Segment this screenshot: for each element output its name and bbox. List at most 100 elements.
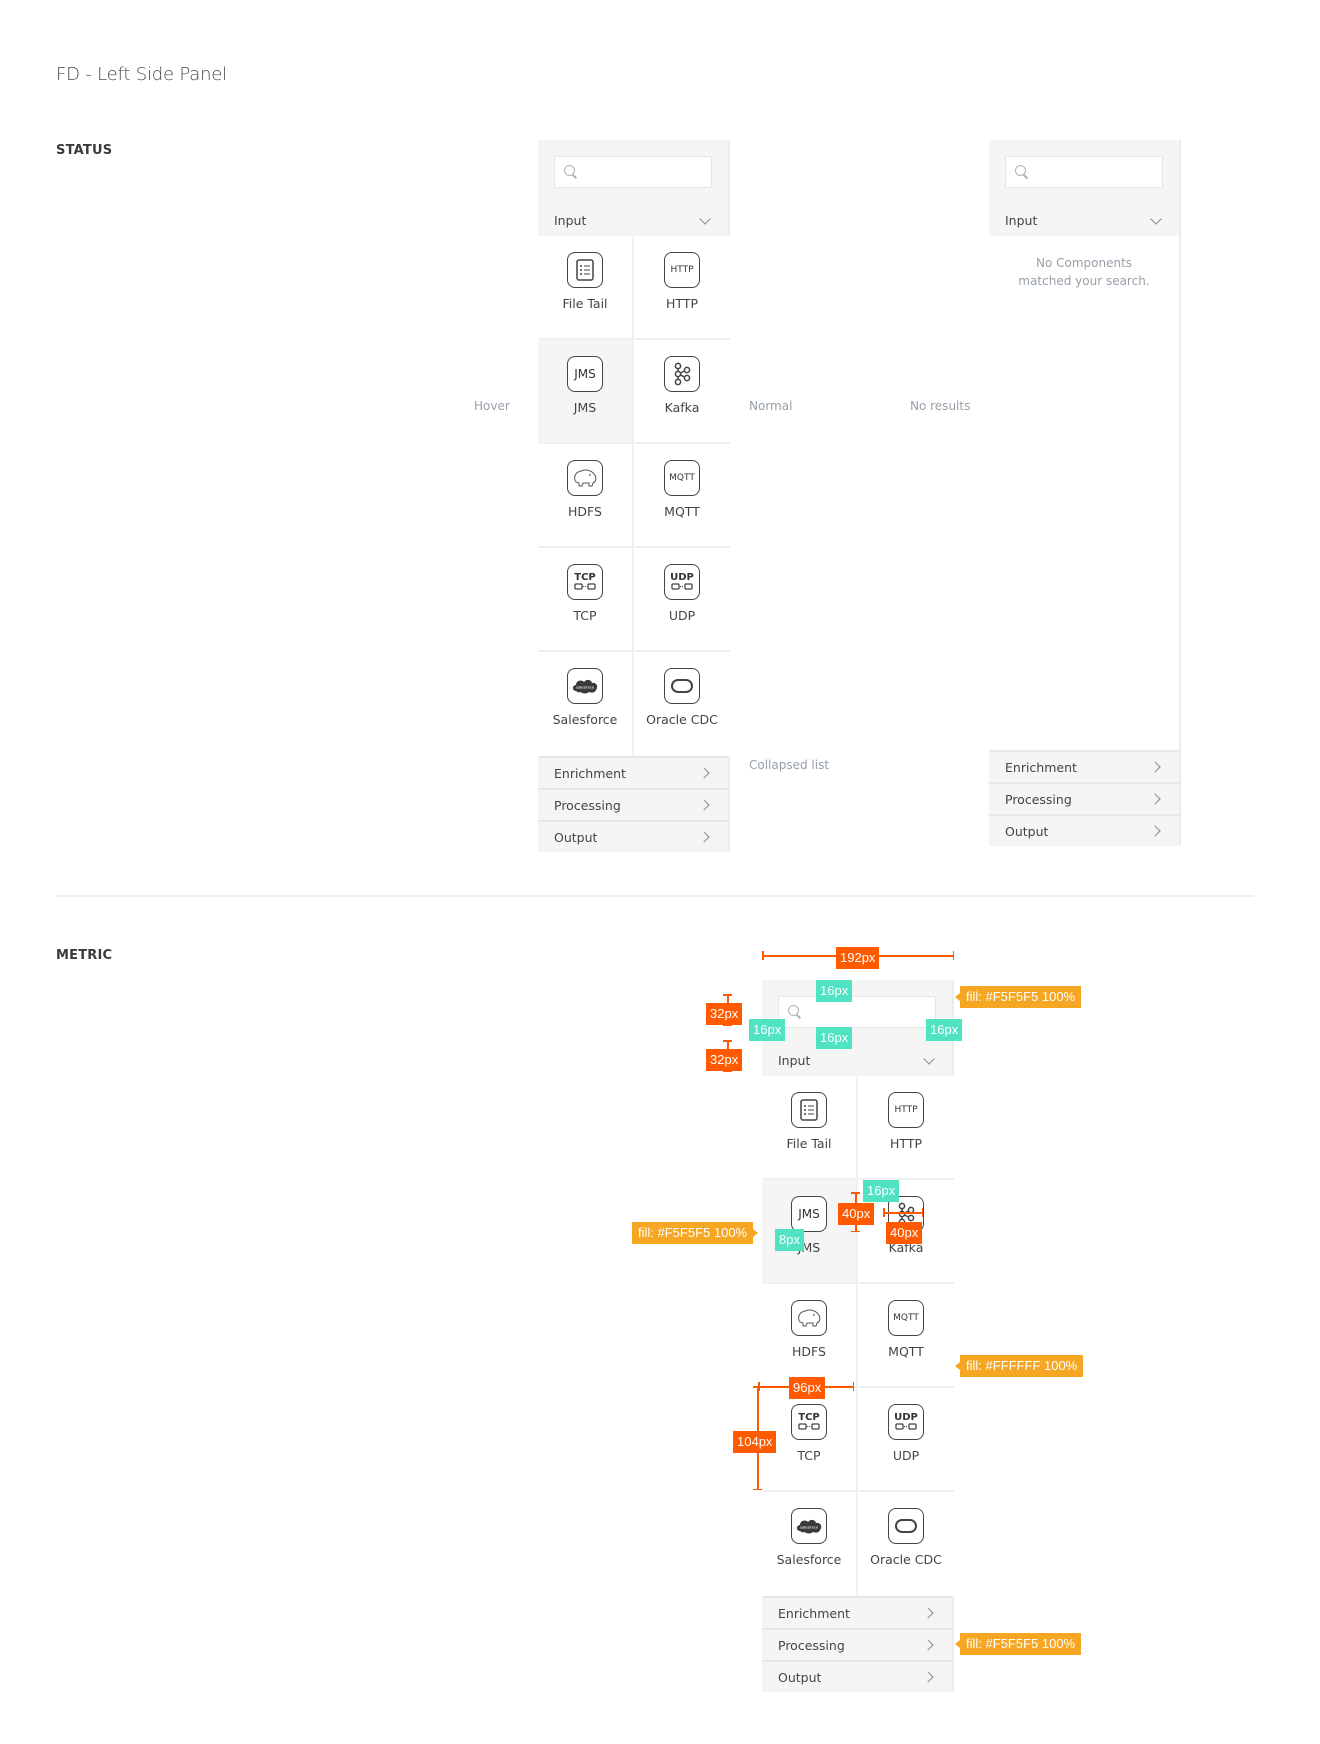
component-grid: File Tail HTTP HTTP JMS JMS Kafka HDFS MQTT MQTT… — [538, 236, 730, 756]
component-tile[interactable]: HTTP HTTP — [634, 236, 730, 340]
svg-text:salesforce: salesforce — [800, 1525, 819, 1530]
side-panel-main: Input File Tail HTTP HTTP JMS JMS Kafka HDFS MQT… — [538, 140, 730, 852]
category-input[interactable]: Input — [538, 204, 728, 236]
annotation-icon-top: 16px — [863, 1180, 900, 1202]
search-area — [538, 140, 728, 204]
hdfs-elephant-icon — [567, 460, 603, 496]
chevron-right-icon — [698, 798, 712, 812]
hdfs-elephant-icon — [791, 1300, 827, 1336]
category-enrichment[interactable]: Enrichment — [989, 750, 1179, 782]
category-processing[interactable]: Processing — [762, 1628, 952, 1660]
chevron-right-icon — [922, 1606, 936, 1620]
search-input[interactable] — [1005, 156, 1163, 188]
component-tile[interactable]: JMS JMS — [538, 340, 634, 444]
chevron-right-icon — [698, 766, 712, 780]
search-icon — [1014, 164, 1030, 180]
chevron-right-icon — [922, 1638, 936, 1652]
component-label: Salesforce — [552, 712, 618, 727]
udp-icon: UDP — [664, 564, 700, 600]
chevron-down-icon — [1149, 213, 1163, 227]
component-label: HDFS — [568, 504, 602, 519]
annotation-pad-left: 16px — [749, 1019, 786, 1041]
chevron-right-icon — [922, 1670, 936, 1684]
component-tile[interactable]: Oracle CDC — [858, 1492, 954, 1596]
jms-icon: JMS — [791, 1196, 827, 1232]
oracle-icon — [664, 668, 700, 704]
annotation-pad-top: 16px — [816, 980, 853, 1002]
component-tile[interactable]: Oracle CDC — [634, 652, 730, 756]
salesforce-icon: salesforce — [791, 1508, 827, 1544]
annotation-icon-label-gap: 8px — [775, 1229, 804, 1251]
chevron-right-icon — [698, 830, 712, 844]
search-icon — [787, 1004, 803, 1020]
search-input[interactable] — [554, 156, 712, 188]
chevron-right-icon — [1149, 824, 1163, 838]
category-label: Enrichment — [554, 765, 626, 781]
component-tile[interactable]: MQTT MQTT — [858, 1284, 954, 1388]
category-output[interactable]: Output — [762, 1660, 952, 1692]
kafka-icon — [664, 356, 700, 392]
component-label: JMS — [573, 400, 597, 415]
category-label: Input — [554, 212, 587, 228]
component-label: UDP — [892, 1448, 920, 1463]
category-enrichment[interactable]: Enrichment — [762, 1596, 952, 1628]
component-tile[interactable]: salesforce Salesforce — [762, 1492, 858, 1596]
category-processing[interactable]: Processing — [538, 788, 728, 820]
category-label: Processing — [554, 797, 621, 813]
component-label: MQTT — [664, 504, 700, 519]
category-output[interactable]: Output — [989, 814, 1179, 846]
component-tile[interactable]: File Tail — [538, 236, 634, 340]
annotation-category-height: 32px — [706, 1049, 743, 1071]
component-tile[interactable]: MQTT MQTT — [634, 444, 730, 548]
file-tail-icon — [567, 252, 603, 288]
empty-message-line1: No Components — [1035, 256, 1133, 270]
search-area — [762, 980, 952, 1044]
annotation-search-height: 32px — [706, 1003, 743, 1025]
component-tile[interactable]: File Tail — [762, 1076, 858, 1180]
state-label-no-results: No results — [910, 399, 971, 413]
category-label: Enrichment — [778, 1605, 850, 1621]
category-input[interactable]: Input — [989, 204, 1179, 236]
component-label: Oracle CDC — [870, 1552, 942, 1567]
search-input[interactable] — [778, 996, 936, 1028]
side-panel-no-results: Input No Components matched your search.… — [989, 140, 1181, 846]
chevron-right-icon — [1149, 792, 1163, 806]
empty-message-line2: matched your search. — [1018, 274, 1150, 288]
component-tile[interactable]: Kafka — [634, 340, 730, 444]
component-tile[interactable]: UDP UDP — [634, 548, 730, 652]
section-title-metric: METRIC — [56, 948, 113, 963]
state-label-normal: Normal — [749, 399, 793, 413]
category-label: Output — [1005, 823, 1049, 839]
component-label: TCP — [573, 608, 597, 623]
category-processing[interactable]: Processing — [989, 782, 1179, 814]
search-icon — [563, 164, 579, 180]
component-tile[interactable]: UDP UDP — [858, 1388, 954, 1492]
measure-line-icon-w — [883, 1209, 923, 1216]
udp-icon: UDP — [888, 1404, 924, 1440]
file-tail-icon — [791, 1092, 827, 1128]
component-tile[interactable]: HDFS — [762, 1284, 858, 1388]
category-label: Processing — [778, 1637, 845, 1653]
annotation-fill-header: fill: #F5F5F5 100% — [954, 986, 1082, 1008]
annotation-panel-width: 192px — [836, 947, 880, 969]
component-label: UDP — [668, 608, 696, 623]
component-tile[interactable]: TCP TCP — [538, 548, 634, 652]
component-tile[interactable]: salesforce Salesforce — [538, 652, 634, 756]
component-tile[interactable]: HDFS — [538, 444, 634, 548]
component-label: HDFS — [792, 1344, 826, 1359]
component-label: HTTP — [666, 296, 698, 311]
category-input[interactable]: Input — [762, 1044, 952, 1076]
category-output[interactable]: Output — [538, 820, 728, 852]
state-label-hover: Hover — [474, 399, 510, 413]
component-label: TCP — [797, 1448, 821, 1463]
annotation-pad-right: 16px — [926, 1019, 963, 1041]
component-tile[interactable]: HTTP HTTP — [858, 1076, 954, 1180]
category-label: Output — [554, 829, 598, 845]
component-label: Oracle CDC — [646, 712, 718, 727]
page-title: FD - Left Side Panel — [56, 64, 227, 85]
annotation-icon-width: 40px — [886, 1222, 923, 1244]
oracle-icon — [888, 1508, 924, 1544]
annotation-fill-hover: fill: #F5F5F5 100% — [632, 1222, 759, 1244]
annotation-pad-bottom: 16px — [816, 1027, 853, 1049]
category-enrichment[interactable]: Enrichment — [538, 756, 728, 788]
